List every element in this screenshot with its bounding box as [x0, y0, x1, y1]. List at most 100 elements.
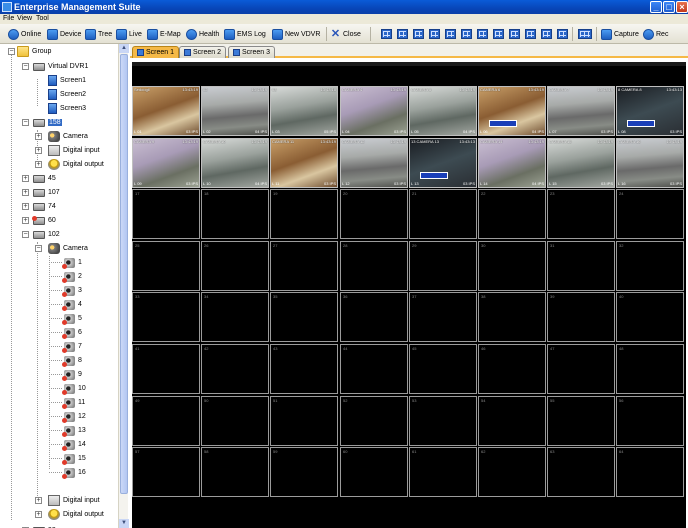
- expand-toggle[interactable]: +: [35, 161, 42, 168]
- camera-list-item[interactable]: 16: [49, 466, 86, 479]
- empty-view-cell[interactable]: 54: [478, 396, 546, 446]
- empty-view-cell[interactable]: 46: [478, 344, 546, 394]
- empty-view-cell[interactable]: 63: [547, 447, 615, 497]
- empty-view-cell[interactable]: 36: [340, 292, 408, 342]
- empty-view-cell[interactable]: 34: [201, 292, 269, 342]
- camera-list-item[interactable]: 1: [49, 256, 82, 269]
- camera-list-item[interactable]: 13: [49, 424, 86, 437]
- capture-button[interactable]: Capture: [601, 27, 639, 41]
- empty-view-cell[interactable]: 58: [201, 447, 269, 497]
- empty-view-cell[interactable]: 44: [340, 344, 408, 394]
- layout-4x4-icon[interactable]: [429, 29, 440, 39]
- ems-log-button[interactable]: EMS Log: [224, 27, 266, 41]
- camera-view-cell[interactable]: CAMERA 14 13:43:19 L 14 04 IPS: [478, 138, 546, 188]
- camera-list-item[interactable]: 14: [49, 438, 86, 451]
- camera-list-item[interactable]: 9: [49, 368, 82, 381]
- empty-view-cell[interactable]: 20: [340, 189, 408, 239]
- layout-8x8-icon[interactable]: [493, 29, 504, 39]
- live-button[interactable]: Live: [116, 27, 142, 41]
- tree-item-camera-102[interactable]: Camera: [48, 242, 88, 255]
- camera-view-cell[interactable]: CAMERA 10 13:43:19 L 10 04 IPS: [201, 138, 269, 188]
- empty-view-cell[interactable]: 43: [270, 344, 338, 394]
- empty-view-cell[interactable]: 51: [270, 396, 338, 446]
- empty-view-cell[interactable]: 48: [616, 344, 684, 394]
- online-button[interactable]: Online: [8, 27, 41, 41]
- layout-2x2-icon[interactable]: [397, 29, 408, 39]
- tree-item-dvr-74[interactable]: 74: [33, 200, 56, 213]
- expand-toggle[interactable]: +: [35, 133, 42, 140]
- empty-view-cell[interactable]: 23: [547, 189, 615, 239]
- empty-view-cell[interactable]: 56: [616, 396, 684, 446]
- collapse-toggle[interactable]: −: [22, 63, 29, 70]
- layout-1x1-icon[interactable]: [381, 29, 392, 39]
- tree-button[interactable]: Tree: [85, 27, 112, 41]
- tree-item-digital-input[interactable]: Digital input: [48, 144, 100, 157]
- tree-item-digital-output[interactable]: Digital output: [48, 158, 104, 171]
- empty-view-cell[interactable]: 38: [478, 292, 546, 342]
- empty-view-cell[interactable]: 41: [132, 344, 200, 394]
- camera-list-item[interactable]: 2: [49, 270, 82, 283]
- scroll-thumb[interactable]: [120, 54, 128, 494]
- camera-list-item[interactable]: 5: [49, 312, 82, 325]
- empty-view-cell[interactable]: 52: [340, 396, 408, 446]
- empty-view-cell[interactable]: 30: [478, 241, 546, 291]
- menu-tool[interactable]: Tool: [36, 14, 49, 24]
- expand-toggle[interactable]: +: [22, 203, 29, 210]
- empty-view-cell[interactable]: 17: [132, 189, 200, 239]
- sequence-icon[interactable]: [578, 29, 592, 39]
- empty-view-cell[interactable]: 60: [340, 447, 408, 497]
- expand-toggle[interactable]: +: [22, 189, 29, 196]
- empty-view-cell[interactable]: 61: [409, 447, 477, 497]
- device-tree[interactable]: − Group − Virtual DVR1 Screen1 Screen2 S…: [0, 44, 128, 528]
- empty-view-cell[interactable]: 35: [270, 292, 338, 342]
- tree-item-dvr-107[interactable]: 107: [33, 186, 60, 199]
- camera-list-item[interactable]: 12: [49, 410, 86, 423]
- empty-view-cell[interactable]: 57: [132, 447, 200, 497]
- camera-list-item[interactable]: 11: [49, 396, 85, 409]
- camera-list-item[interactable]: 3: [49, 284, 82, 297]
- tree-item-screen1[interactable]: Screen1: [48, 74, 86, 87]
- menu-view[interactable]: View: [17, 14, 32, 24]
- scroll-up-icon[interactable]: ▲: [119, 44, 129, 53]
- tree-item-digital-input-102[interactable]: Digital input: [48, 494, 100, 507]
- menu-file[interactable]: File: [3, 14, 14, 24]
- layout-9x9-icon[interactable]: [509, 29, 520, 39]
- layout-16-icon[interactable]: [557, 29, 568, 39]
- tab-screen1[interactable]: Screen 1: [132, 46, 180, 58]
- empty-view-cell[interactable]: 53: [409, 396, 477, 446]
- tree-item-digital-output-102[interactable]: Digital output: [48, 508, 104, 521]
- empty-view-cell[interactable]: 29: [409, 241, 477, 291]
- layout-5x5-icon[interactable]: [445, 29, 456, 39]
- new-vdvr-button[interactable]: New VDVR: [272, 27, 320, 41]
- tree-item-camera[interactable]: Camera: [48, 130, 88, 143]
- empty-view-cell[interactable]: 21: [409, 189, 477, 239]
- collapse-toggle[interactable]: −: [35, 245, 42, 252]
- layout-7x7-icon[interactable]: [477, 29, 488, 39]
- empty-view-cell[interactable]: 24: [616, 189, 684, 239]
- expand-toggle[interactable]: +: [35, 497, 42, 504]
- empty-view-cell[interactable]: 50: [201, 396, 269, 446]
- maximize-button[interactable]: □: [663, 1, 675, 13]
- empty-view-cell[interactable]: 18: [201, 189, 269, 239]
- camera-list-item[interactable]: 8: [49, 354, 82, 367]
- tab-screen3[interactable]: Screen 3: [228, 46, 276, 58]
- camera-list-item[interactable]: 4: [49, 298, 82, 311]
- close-window-button[interactable]: ×: [676, 1, 688, 13]
- tab-screen2[interactable]: Screen 2: [179, 46, 227, 58]
- emap-button[interactable]: E-Map: [147, 27, 181, 41]
- layout-13-icon[interactable]: [541, 29, 552, 39]
- empty-view-cell[interactable]: 55: [547, 396, 615, 446]
- scroll-down-icon[interactable]: ▼: [119, 519, 129, 528]
- empty-view-cell[interactable]: 64: [616, 447, 684, 497]
- layout-6x6-icon[interactable]: [461, 29, 472, 39]
- expand-toggle[interactable]: +: [35, 147, 42, 154]
- close-button[interactable]: ✕ Close: [330, 27, 361, 41]
- tree-item-screen2[interactable]: Screen2: [48, 88, 86, 101]
- empty-view-cell[interactable]: 39: [547, 292, 615, 342]
- empty-view-cell[interactable]: 62: [478, 447, 546, 497]
- camera-view-cell[interactable]: CAMERA 7 13:43:19 L 07 03 IPS: [547, 86, 615, 136]
- camera-view-cell[interactable]: 03 13:43:18 L 03 05 IPS: [270, 86, 338, 136]
- expand-toggle[interactable]: +: [35, 511, 42, 518]
- device-button[interactable]: Device: [47, 27, 81, 41]
- camera-view-cell[interactable]: 02 13:43:19 L 02 04 IPS: [201, 86, 269, 136]
